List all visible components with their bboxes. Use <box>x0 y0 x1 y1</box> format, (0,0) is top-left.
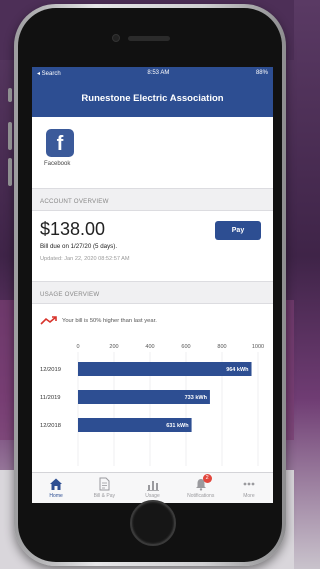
earpiece-speaker <box>128 36 170 41</box>
chart-x-tick-label: 800 <box>217 344 226 350</box>
trend-up-icon <box>40 316 57 325</box>
chart-x-tick-label: 200 <box>109 344 118 350</box>
social-links-section: f Facebook <box>32 117 273 189</box>
usage-overview-header: USAGE OVERVIEW <box>32 282 273 304</box>
updated-timestamp: Updated: Jan 22, 2020 08:52:57 AM <box>40 256 130 262</box>
chart-category-label: 12/2018 <box>40 423 61 429</box>
front-camera <box>112 34 120 42</box>
tab-more-label: More <box>243 493 255 499</box>
status-bar: ◂ Search 8:53 AM 88% <box>32 67 273 79</box>
facebook-link[interactable]: f Facebook <box>44 129 78 167</box>
tab-usage[interactable]: Usage <box>128 473 176 503</box>
tab-bill-pay-label: Bill & Pay <box>93 493 115 499</box>
tab-bar: Home Bill & Pay Usage 2 Notifications Mo… <box>32 472 273 503</box>
usage-comparison-text: Your bill is 50% higher than last year. <box>62 318 157 324</box>
usage-bar-chart: 0 200 400 600 800 1000 12/2019 964 kWh 11/2019 73… <box>40 344 264 466</box>
chart-value-label: 631 kWh <box>166 423 189 429</box>
navigation-bar: Runestone Electric Association <box>32 79 273 117</box>
silent-switch <box>8 88 12 102</box>
home-button[interactable] <box>130 500 176 546</box>
chart-x-tick-label: 600 <box>181 344 190 350</box>
tab-usage-label: Usage <box>145 493 160 499</box>
pay-button[interactable]: Pay <box>215 221 261 240</box>
bill-due-text: Bill due on 1/27/20 (5 days). <box>40 243 118 250</box>
chart-x-tick-label: 0 <box>76 344 79 350</box>
status-battery: 88% <box>255 70 268 76</box>
facebook-label: Facebook <box>44 161 71 167</box>
chart-value-label: 733 kWh <box>185 395 208 401</box>
chart-x-tick-label: 1000 <box>252 344 264 350</box>
home-icon <box>50 478 63 490</box>
account-overview-header: ACCOUNT OVERVIEW <box>32 189 273 211</box>
tab-notifications[interactable]: 2 Notifications <box>177 473 225 503</box>
bill-icon <box>99 477 110 491</box>
volume-up-button <box>8 122 12 150</box>
chart-x-tick-label: 400 <box>145 344 154 350</box>
tab-more[interactable]: More <box>225 473 273 503</box>
app-screen: ◂ Search 8:53 AM 88% Runestone Electric … <box>32 67 273 503</box>
volume-down-button <box>8 158 12 186</box>
tab-notifications-label: Notifications <box>187 493 215 499</box>
chart-category-label: 12/2019 <box>40 367 61 373</box>
account-overview-card: $138.00 Bill due on 1/27/20 (5 days). Up… <box>32 211 273 282</box>
status-time: 8:53 AM <box>147 70 170 76</box>
page-title: Runestone Electric Association <box>81 92 224 104</box>
chart-value-label: 964 kWh <box>226 367 249 373</box>
status-carrier: ◂ Search <box>37 70 61 77</box>
tab-home[interactable]: Home <box>32 473 80 503</box>
chart-category-label: 11/2019 <box>40 395 61 401</box>
usage-comparison: Your bill is 50% higher than last year. <box>32 304 273 326</box>
tab-bill-pay[interactable]: Bill & Pay <box>80 473 128 503</box>
tab-home-label: Home <box>49 493 63 499</box>
notification-badge: 2 <box>202 474 212 483</box>
usage-overview-card[interactable]: Your bill is 50% higher than last year. … <box>32 304 273 474</box>
more-icon <box>243 482 255 486</box>
usage-chart-icon <box>146 481 159 491</box>
facebook-icon: f <box>46 129 74 157</box>
